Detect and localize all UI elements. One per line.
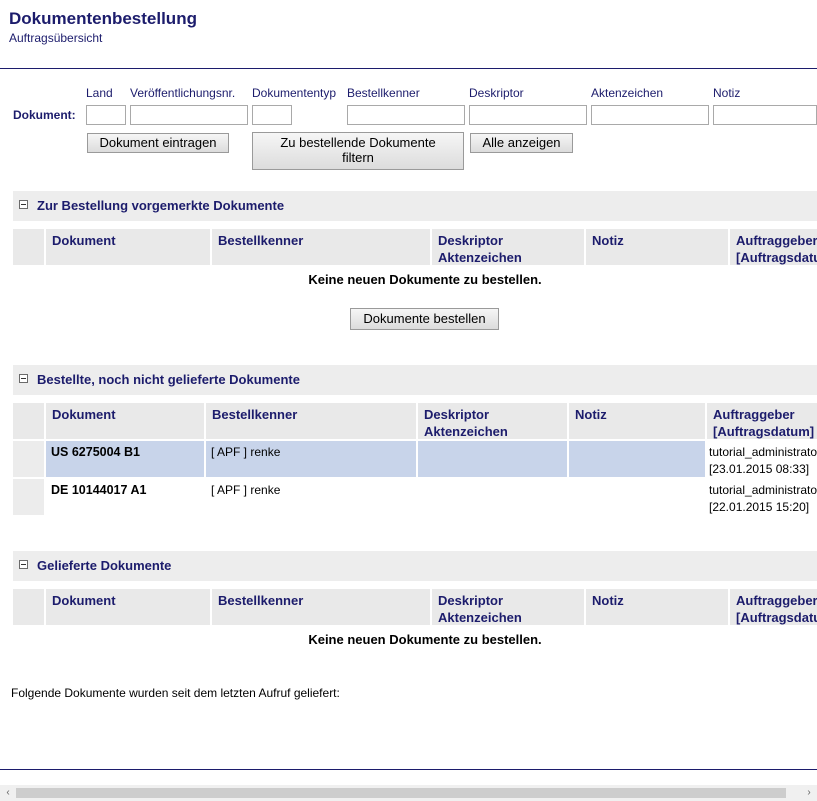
land-label: Land <box>86 86 113 100</box>
section-geliefert-header: Gelieferte Dokumente <box>13 551 817 581</box>
col-auftraggeber-label: Auftraggeber <box>736 593 817 608</box>
col-deskriptor[interactable]: Deskriptor Aktenzeichen <box>416 403 567 439</box>
col-notiz[interactable]: Notiz <box>567 403 705 439</box>
col-deskriptor[interactable]: Deskriptor Aktenzeichen <box>430 589 584 625</box>
veroeffentlichungsnr-label: Veröffentlichungsnr. <box>130 86 236 100</box>
section-bestellt-title: Bestellte, noch nicht gelieferte Dokumen… <box>37 372 300 387</box>
bestellkenner-input[interactable] <box>347 105 465 125</box>
col-deskriptor-label: Deskriptor <box>438 593 504 608</box>
col-aktenzeichen-label: Aktenzeichen <box>424 424 508 439</box>
cell-notiz <box>567 441 705 477</box>
col-bestellkenner[interactable]: Bestellkenner <box>204 403 416 439</box>
col-deskriptor-label: Deskriptor <box>438 233 504 248</box>
cell-dokument: US 6275004 B1 <box>44 441 204 477</box>
collapse-icon[interactable] <box>19 200 28 209</box>
veroeffentlichungsnr-input[interactable] <box>130 105 248 125</box>
section-geliefert-title: Gelieferte Dokumente <box>37 558 172 573</box>
col-auftragsdatum-label: [Auftragsdatum] <box>736 610 817 625</box>
section-bestellt-header: Bestellte, noch nicht gelieferte Dokumen… <box>13 365 817 395</box>
section-vorgemerkt-header: Zur Bestellung vorgemerkte Dokumente <box>13 191 817 221</box>
cell-auftraggeber-name: tutorial_administrator <box>709 483 817 497</box>
header-spacer <box>13 403 44 439</box>
dokumententyp-label: Dokumententyp <box>252 86 337 100</box>
aktenzeichen-input[interactable] <box>591 105 709 125</box>
col-notiz[interactable]: Notiz <box>584 589 728 625</box>
page-title: Dokumentenbestellung <box>9 9 197 28</box>
section-vorgemerkt-title: Zur Bestellung vorgemerkte Dokumente <box>37 198 285 213</box>
col-bestellkenner[interactable]: Bestellkenner <box>210 589 430 625</box>
cell-deskriptor <box>416 441 567 477</box>
col-bestellkenner[interactable]: Bestellkenner <box>210 229 430 265</box>
cell-auftragsdatum: [22.01.2015 15:20] <box>709 500 810 514</box>
table-row[interactable]: US 6275004 B1 [ APF ] renke tutorial_adm… <box>13 441 817 477</box>
cell-auftraggeber-name: tutorial_administrator <box>709 445 817 459</box>
col-auftraggeber-label: Auftraggeber <box>713 407 795 422</box>
dokumententyp-input[interactable] <box>252 105 292 125</box>
scrollbar-thumb[interactable] <box>16 788 786 798</box>
cell-bestellkenner: [ APF ] renke <box>204 479 416 515</box>
alle-anzeigen-button[interactable]: Alle anzeigen <box>470 133 573 153</box>
dokumente-filtern-button[interactable]: Zu bestellende Dokumente filtern <box>252 132 464 170</box>
table-row[interactable]: DE 10144017 A1 [ APF ] renke tutorial_ad… <box>13 479 817 515</box>
cell-notiz <box>567 479 705 515</box>
col-dokument[interactable]: Dokument <box>44 403 204 439</box>
col-dokument[interactable]: Dokument <box>44 589 210 625</box>
col-auftraggeber-label: Auftraggeber <box>736 233 817 248</box>
vorgemerkt-empty-message: Keine neuen Dokumente zu bestellen. <box>308 272 542 287</box>
cell-auftraggeber: tutorial_administrator [22.01.2015 15:20… <box>705 479 817 515</box>
dokument-label: Dokument: <box>13 108 76 122</box>
horizontal-scrollbar[interactable]: ‹ › <box>0 785 817 801</box>
col-auftraggeber[interactable]: Auftraggeber [Auftragsdatum] <box>705 403 817 439</box>
col-deskriptor[interactable]: Deskriptor Aktenzeichen <box>430 229 584 265</box>
notiz-label: Notiz <box>713 86 741 100</box>
row-marker <box>13 479 44 515</box>
deskriptor-label: Deskriptor <box>469 86 524 100</box>
scroll-left-icon[interactable]: ‹ <box>0 785 16 801</box>
cell-deskriptor <box>416 479 567 515</box>
col-aktenzeichen-label: Aktenzeichen <box>438 250 522 265</box>
collapse-icon[interactable] <box>19 560 28 569</box>
cell-dokument: DE 10144017 A1 <box>44 479 204 515</box>
row-marker <box>13 441 44 477</box>
header-spacer <box>13 589 44 625</box>
col-aktenzeichen-label: Aktenzeichen <box>438 610 522 625</box>
dokument-eintragen-button[interactable]: Dokument eintragen <box>87 133 229 153</box>
notiz-input[interactable] <box>713 105 817 125</box>
cell-bestellkenner: [ APF ] renke <box>204 441 416 477</box>
page-subtitle: Auftragsübersicht <box>9 31 103 45</box>
cell-auftraggeber: tutorial_administrator [23.01.2015 08:33… <box>705 441 817 477</box>
cell-auftragsdatum: [23.01.2015 08:33] <box>709 462 810 476</box>
page-header: Dokumentenbestellung Auftragsübersicht <box>9 9 197 45</box>
geliefert-empty-message: Keine neuen Dokumente zu bestellen. <box>308 632 542 647</box>
col-auftragsdatum-label: [Auftragsdatum] <box>713 424 815 439</box>
vorgemerkt-table-header: Dokument Bestellkenner Deskriptor Aktenz… <box>13 229 817 265</box>
col-auftraggeber[interactable]: Auftraggeber [Auftragsdatum] <box>728 589 817 625</box>
col-deskriptor-label: Deskriptor <box>424 407 490 422</box>
header-divider <box>0 68 817 69</box>
dokumente-bestellen-button[interactable]: Dokumente bestellen <box>350 308 499 330</box>
col-auftraggeber[interactable]: Auftraggeber [Auftragsdatum] <box>728 229 817 265</box>
delivery-info-text: Folgende Dokumente wurden seit dem letzt… <box>11 686 340 700</box>
footer-divider <box>0 769 817 770</box>
bestellt-table-header: Dokument Bestellkenner Deskriptor Aktenz… <box>13 403 817 439</box>
aktenzeichen-label: Aktenzeichen <box>591 86 664 100</box>
land-input[interactable] <box>86 105 126 125</box>
col-notiz[interactable]: Notiz <box>584 229 728 265</box>
bestellkenner-label: Bestellkenner <box>347 86 420 100</box>
header-spacer <box>13 229 44 265</box>
deskriptor-input[interactable] <box>469 105 587 125</box>
col-dokument[interactable]: Dokument <box>44 229 210 265</box>
scroll-right-icon[interactable]: › <box>801 785 817 801</box>
collapse-icon[interactable] <box>19 374 28 383</box>
col-auftragsdatum-label: [Auftragsdatum] <box>736 250 817 265</box>
geliefert-table-header: Dokument Bestellkenner Deskriptor Aktenz… <box>13 589 817 625</box>
